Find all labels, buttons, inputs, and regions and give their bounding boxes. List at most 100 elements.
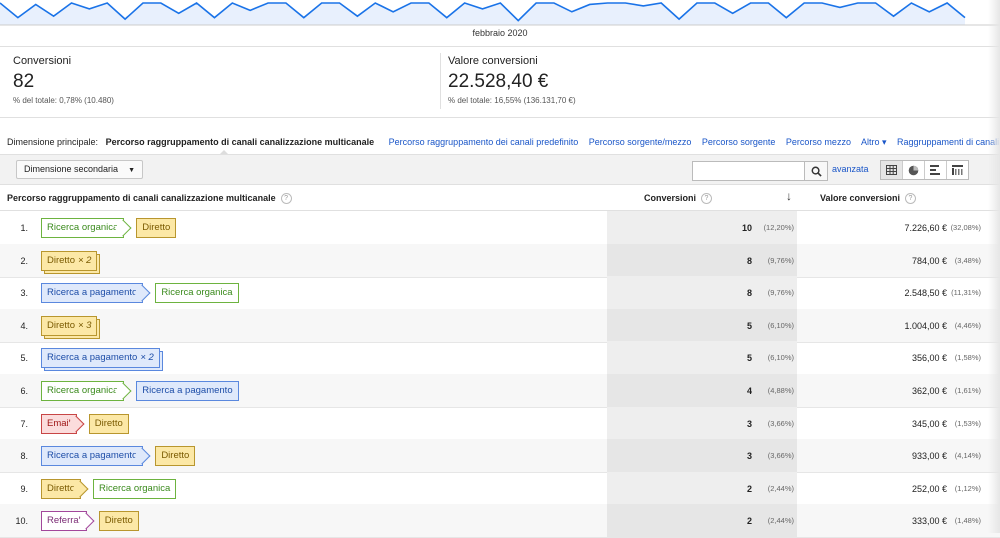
dimension-link-source-medium-path[interactable]: Percorso sorgente/mezzo	[589, 137, 692, 147]
channel-chip[interactable]: Diretto × 3	[41, 315, 98, 336]
conversions-value: 2	[746, 516, 752, 527]
conversion-value-label: Valore conversioni	[448, 55, 538, 67]
secondary-dimension-dropdown[interactable]: Dimensione secondaria ▼	[16, 160, 143, 179]
channel-chip[interactable]: Diretto	[136, 218, 177, 238]
conversions-cell: 10 (12,20%)	[607, 211, 797, 244]
channel-chip[interactable]: Diretto × 2	[41, 250, 98, 271]
pie-view-button[interactable]	[902, 161, 924, 179]
help-icon[interactable]: ?	[905, 193, 916, 205]
conversions-value: 3	[746, 451, 752, 462]
channel-path: Referral Diretto	[41, 511, 149, 532]
table-toolbar: Dimensione secondaria ▼ avanzata	[0, 154, 1000, 185]
table-view-button[interactable]	[881, 161, 902, 179]
table-row: 8. Ricerca a pagamento Diretto 3 (3,66%) 9…	[0, 439, 1000, 474]
column-header-path[interactable]: Percorso raggruppamento di canali canali…	[7, 193, 292, 205]
conversions-value: 5	[746, 353, 752, 364]
channel-chip[interactable]: Ricerca organica	[41, 218, 125, 238]
channel-name: Diretto	[142, 222, 171, 233]
channel-name: Ricerca a pagamento	[47, 450, 138, 462]
channel-chip[interactable]: Ricerca a pagamento × 2	[41, 348, 160, 369]
conversion-value: 356,00 €	[911, 353, 947, 364]
channel-repeat-count: × 3	[77, 319, 92, 331]
channel-chip[interactable]: Ricerca a pagamento	[136, 381, 239, 401]
conversion-value: 933,00 €	[911, 451, 947, 462]
table-header: Percorso raggruppamento di canali canali…	[0, 184, 1000, 211]
channel-chip[interactable]: Ricerca organica	[41, 381, 125, 401]
channel-path: Diretto × 3	[41, 315, 107, 336]
column-conversions-label: Conversioni	[643, 193, 696, 203]
channel-repeat-count: × 2	[140, 352, 154, 364]
channel-path: Ricerca a pagamento × 2	[41, 348, 170, 369]
column-value-label: Valore conversioni	[819, 193, 900, 203]
channel-chip[interactable]: Diretto	[41, 478, 81, 499]
table-row: 9. Diretto Ricerca organica 2 (2,44%) 252,…	[0, 471, 1000, 506]
channel-name: Ricerca a pagamento	[47, 352, 138, 364]
conversion-value-value: 22.528,40 €	[448, 71, 549, 92]
conversions-cell: 8 (9,76%)	[607, 276, 797, 310]
search-button[interactable]	[804, 161, 828, 181]
row-number: 3.	[20, 288, 28, 299]
row-number: 8.	[20, 451, 28, 462]
conversions-cell: 3 (3,66%)	[607, 406, 797, 440]
conversions-percent: (6,10%)	[767, 320, 794, 330]
row-number: 5.	[20, 353, 28, 364]
dimension-link-channel-groupings[interactable]: Raggruppamenti di canali ▾	[897, 137, 1000, 147]
channel-name: Diretto	[161, 450, 190, 462]
dimension-active[interactable]: Percorso raggruppamento di canali canali…	[106, 137, 375, 147]
channel-name: Ricerca organica	[47, 385, 119, 396]
conversions-cell: 2 (2,44%)	[607, 504, 797, 538]
conversions-cell: 3 (3,66%)	[607, 439, 797, 473]
conversion-value-percent: (11,31%)	[951, 288, 981, 298]
channel-path: Ricerca organica Ricerca a pagamento	[41, 381, 249, 401]
dimension-link-default-channel-path[interactable]: Percorso raggruppamento dei canali prede…	[389, 137, 579, 147]
conversions-metric: Conversioni 82 % del totale: 0,78% (10.4…	[13, 55, 114, 105]
conversions-percent: (3,66%)	[767, 418, 794, 428]
table-row: 4. Diretto × 3 5 (6,10%) 1.004,00 € (4,46%)	[0, 308, 1000, 343]
pivot-icon	[952, 165, 963, 175]
performance-view-button[interactable]	[924, 161, 946, 179]
row-number: 1.	[20, 223, 28, 233]
chart-x-label: febbraio 2020	[472, 28, 528, 38]
pivot-view-button[interactable]	[946, 161, 968, 179]
dimension-link-source-path[interactable]: Percorso sorgente	[702, 137, 776, 147]
conversion-value-percent: (1,48%)	[954, 516, 981, 526]
dimension-link-medium-path[interactable]: Percorso mezzo	[786, 137, 851, 147]
channel-chip[interactable]: Ricerca organica	[92, 478, 177, 499]
chevron-down-icon: ▼	[128, 167, 135, 174]
conversion-value: 784,00 €	[911, 255, 947, 266]
channel-name: Ricerca organica	[161, 287, 233, 299]
channel-name: Ricerca organica	[98, 482, 171, 494]
channel-name: Ricerca organica	[47, 222, 119, 233]
conversions-cell: 8 (9,76%)	[607, 243, 797, 277]
help-icon[interactable]: ?	[280, 193, 292, 205]
advanced-search-link[interactable]: avanzata	[832, 164, 869, 174]
search-icon	[811, 166, 822, 177]
channel-chip[interactable]: Ricerca a pagamento	[41, 283, 144, 304]
channel-chip[interactable]: Ricerca a pagamento	[41, 446, 144, 467]
channel-chip[interactable]: Email	[41, 413, 77, 434]
channel-chip[interactable]: Ricerca organica	[155, 283, 239, 304]
channel-chip[interactable]: Diretto	[88, 413, 129, 434]
channel-path: Ricerca a pagamento Diretto	[41, 446, 205, 467]
dimension-link-more[interactable]: Altro ▾	[861, 137, 887, 147]
channel-chip[interactable]: Diretto	[98, 511, 139, 532]
row-number: 10.	[15, 516, 28, 527]
sort-descending-icon[interactable]: ↓	[786, 189, 792, 203]
column-header-conversion-value[interactable]: Valore conversioni?	[798, 193, 916, 205]
conversion-value: 1.004,00 €	[904, 320, 947, 331]
channel-path: Diretto Ricerca organica	[41, 478, 186, 499]
table-row: 5. Ricerca a pagamento × 2 5 (6,10%) 356,0…	[0, 341, 1000, 376]
conversions-percent: (2,44%)	[767, 516, 794, 526]
channel-chip[interactable]: Referral	[41, 511, 87, 532]
search-input[interactable]	[692, 161, 808, 181]
conversions-percent: (12,20%)	[763, 223, 794, 232]
conversions-value: 2	[746, 483, 752, 494]
conversion-value-percent: (4,14%)	[954, 451, 981, 461]
channel-chip[interactable]: Diretto	[155, 446, 196, 467]
row-number: 7.	[20, 418, 28, 429]
help-icon[interactable]: ?	[701, 193, 712, 205]
table-row: 2. Diretto × 2 8 (9,76%) 784,00 € (3,48%)	[0, 243, 1000, 278]
column-header-conversions[interactable]: Conversioni?	[608, 193, 712, 205]
conversion-value-percent: (3,48%)	[954, 255, 981, 265]
conversion-value: 252,00 €	[911, 483, 947, 494]
